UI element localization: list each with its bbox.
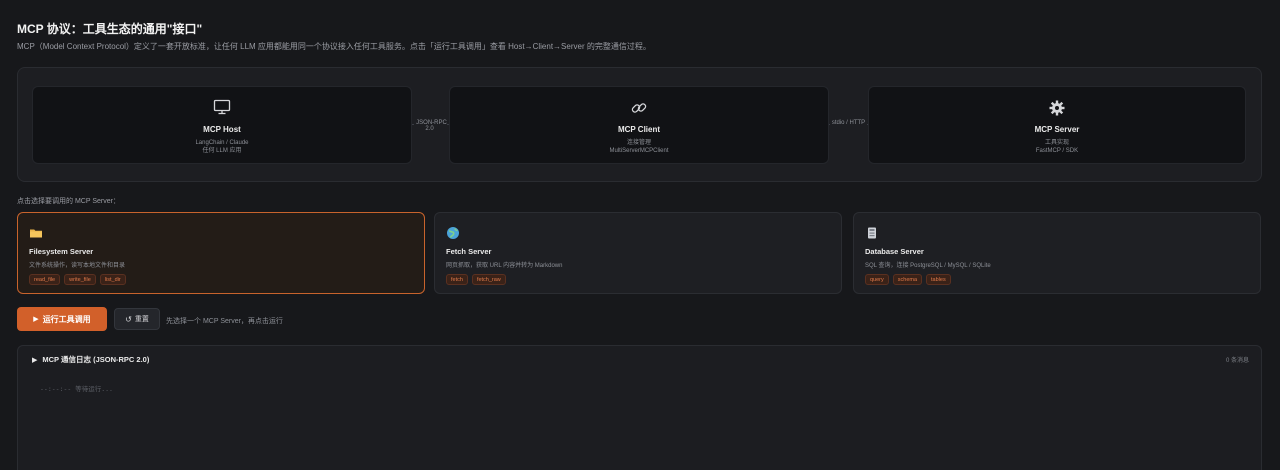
- log-title: MCP 通信日志 (JSON-RPC 2.0): [42, 355, 150, 364]
- server-select-label: 点击选择要调用的 MCP Server：: [17, 198, 120, 205]
- host-node: MCP Host LangChain / Claude 任何 LLM 应用: [32, 86, 412, 164]
- caret-right-icon: ▶: [32, 356, 38, 364]
- host-title: MCP Host: [203, 125, 241, 134]
- folder-icon: [29, 226, 43, 240]
- link-label-stdio: stdio / HTTP: [829, 120, 868, 126]
- tool-tag: list_dir: [99, 274, 126, 285]
- link-client-server: stdio / HTTP: [829, 120, 868, 130]
- play-icon: ▶: [33, 316, 39, 323]
- log-toggle[interactable]: ▶ MCP 通信日志 (JSON-RPC 2.0): [32, 354, 149, 365]
- tool-tag: schema: [892, 274, 923, 285]
- tool-tag: read_file: [29, 274, 61, 285]
- server-card-fetch[interactable]: Fetch Server 网页抓取，获取 URL 内容并转为 Markdown …: [434, 212, 842, 294]
- client-subtitle: 连接管理 MultiServerMCPClient: [609, 140, 669, 155]
- tool-tag: write_file: [64, 274, 96, 285]
- monitor-icon: [33, 99, 411, 117]
- database-icon: [865, 226, 879, 240]
- refresh-icon: ↺: [125, 314, 132, 324]
- client-title: MCP Client: [617, 125, 661, 134]
- link-host-client: JSON-RPC 2.0: [412, 120, 449, 132]
- reset-button-label: 重置: [134, 316, 149, 323]
- tool-tag: fetch_raw: [471, 274, 506, 285]
- host-subtitle: LangChain / Claude 任何 LLM 应用: [195, 140, 249, 155]
- server-name: Database Server: [865, 247, 924, 256]
- run-button-label: 运行工具调用: [42, 314, 91, 324]
- gear-icon: [869, 99, 1245, 117]
- page-subtitle: MCP（Model Context Protocol）定义了一套开放标准，让任何…: [17, 42, 651, 51]
- architecture-panel: MCP Host LangChain / Claude 任何 LLM 应用 JS…: [17, 67, 1262, 182]
- server-card-filesystem[interactable]: Filesystem Server 文件系统操作，读写本地文件和目录 read_…: [17, 212, 425, 294]
- page-title: MCP 协议：工具生态的通用"接口": [17, 22, 203, 36]
- run-tool-call-button[interactable]: ▶ 运行工具调用: [17, 307, 107, 331]
- server-node: MCP Server 工具实现 FastMCP / SDK: [868, 86, 1246, 164]
- link-label-jsonrpc: JSON-RPC 2.0: [414, 120, 447, 132]
- client-node: MCP Client 连接管理 MultiServerMCPClient: [449, 86, 829, 164]
- log-panel: ▶ MCP 通信日志 (JSON-RPC 2.0) 0 条消息 --:--:--…: [17, 345, 1262, 470]
- link-icon: [450, 99, 828, 117]
- server-title: MCP Server: [1034, 125, 1080, 134]
- server-desc: 文件系统操作，读写本地文件和目录: [29, 263, 126, 269]
- run-hint: 先选择一个 MCP Server，再点击运行: [166, 318, 283, 325]
- server-card-database[interactable]: Database Server SQL 查询，连接 PostgreSQL / M…: [853, 212, 1261, 294]
- server-desc: 网页抓取，获取 URL 内容并转为 Markdown: [446, 263, 563, 269]
- server-desc: SQL 查询，连接 PostgreSQL / MySQL / SQLite: [865, 263, 991, 269]
- tool-tag: fetch: [446, 274, 468, 285]
- log-message-count: 0 条消息: [1225, 358, 1249, 364]
- log-empty-state: --:--:-- 等待运行...: [40, 385, 113, 393]
- server-name: Filesystem Server: [29, 247, 94, 256]
- globe-icon: [446, 226, 460, 240]
- reset-button[interactable]: ↺ 重置: [114, 308, 160, 330]
- server-name: Fetch Server: [446, 247, 492, 256]
- tool-tag: tables: [926, 274, 951, 285]
- server-subtitle: 工具实现 FastMCP / SDK: [1035, 140, 1079, 155]
- tool-tag: query: [865, 274, 889, 285]
